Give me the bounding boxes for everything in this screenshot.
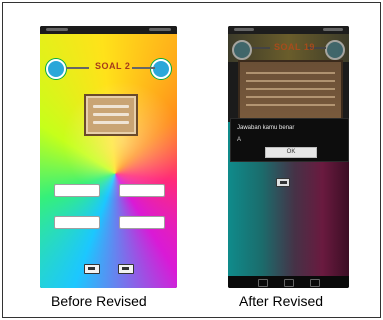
before-phone-screenshot: SOAL 2 xyxy=(40,26,177,288)
left-round-icon[interactable] xyxy=(232,40,252,60)
question-line xyxy=(93,113,129,116)
question-line xyxy=(246,88,335,90)
status-bar xyxy=(228,26,349,34)
question-panel xyxy=(84,94,138,136)
question-line xyxy=(93,105,129,108)
title-right-line xyxy=(132,67,155,69)
question-line xyxy=(93,121,129,124)
right-round-icon[interactable] xyxy=(151,59,171,79)
status-left-indicator xyxy=(234,28,254,31)
next-button[interactable] xyxy=(118,264,134,274)
screen-title: SOAL 2 xyxy=(95,61,131,71)
status-bar xyxy=(40,26,177,34)
question-line xyxy=(246,104,335,106)
back-icon[interactable] xyxy=(258,279,268,287)
dialog-ok-button[interactable]: OK xyxy=(265,147,317,158)
before-caption: Before Revised xyxy=(51,293,147,309)
android-nav-bar xyxy=(228,276,349,288)
title-left-line xyxy=(252,47,270,49)
before-screen: SOAL 2 xyxy=(40,34,177,288)
status-left-indicator xyxy=(46,28,68,31)
home-icon[interactable] xyxy=(284,279,294,287)
question-line xyxy=(246,96,335,98)
right-round-icon[interactable] xyxy=(325,40,345,60)
answer-button-d[interactable] xyxy=(119,216,165,229)
dialog-answer: A xyxy=(237,137,242,143)
after-caption: After Revised xyxy=(239,293,324,309)
status-right-indicator xyxy=(149,28,171,31)
answer-button-c[interactable] xyxy=(54,216,100,229)
answer-button-b[interactable] xyxy=(119,184,165,197)
question-panel xyxy=(238,60,343,126)
title-left-line xyxy=(66,67,89,69)
feedback-dialog: Jawaban kamu benar A OK xyxy=(230,118,349,162)
screen-title: SOAL 19 xyxy=(274,42,315,52)
recent-apps-icon[interactable] xyxy=(310,279,320,287)
after-phone-screenshot: SOAL 19 Jawaban kamu benar A OK xyxy=(228,26,349,288)
dialog-message: Jawaban kamu benar xyxy=(237,125,295,131)
answer-button-a[interactable] xyxy=(54,184,100,197)
status-right-indicator xyxy=(323,28,343,31)
left-round-icon[interactable] xyxy=(46,59,66,79)
question-line xyxy=(246,72,335,74)
question-line xyxy=(246,80,335,82)
small-button[interactable] xyxy=(276,178,290,187)
previous-button[interactable] xyxy=(84,264,100,274)
